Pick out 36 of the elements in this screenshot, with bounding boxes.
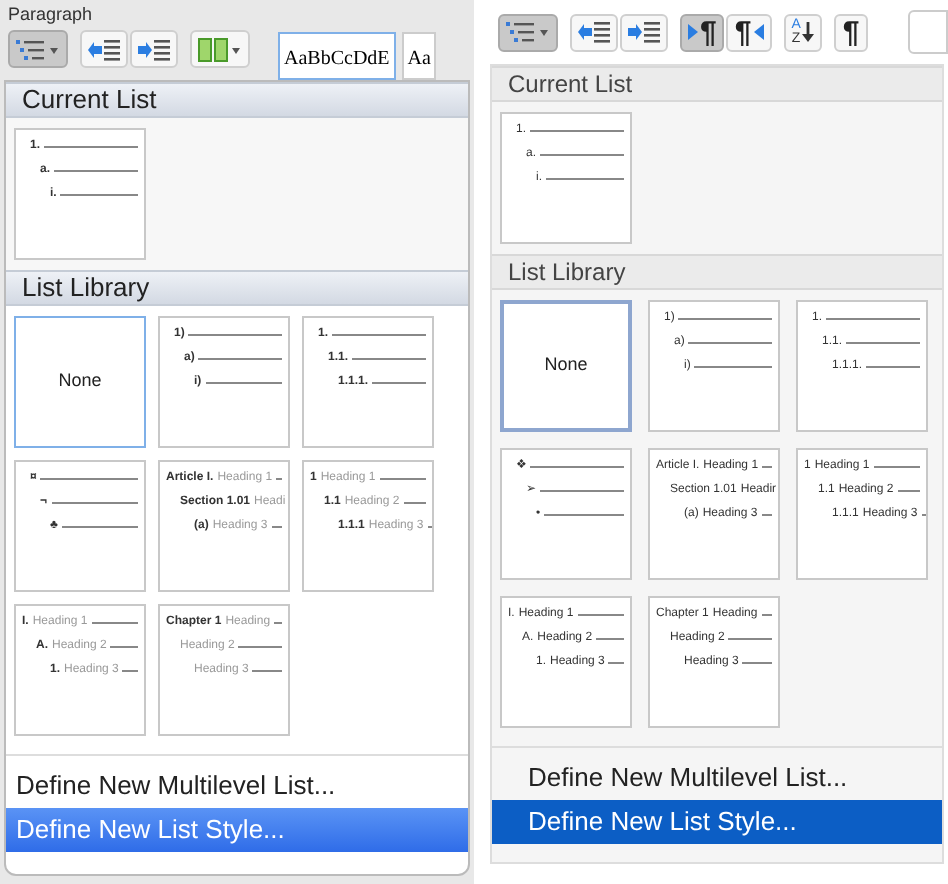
multilevel-list-icon	[506, 20, 550, 44]
right-triangle-icon	[688, 24, 698, 40]
style-preview[interactable]: AaBbCcDdE	[278, 32, 396, 80]
toolbar-button[interactable]: ¶	[680, 13, 725, 51]
toolbar-button[interactable]	[570, 13, 618, 51]
decrease-indent-icon	[578, 20, 610, 44]
toolbar-button[interactable]: ¶	[834, 13, 868, 51]
pilcrow: ¶	[700, 17, 717, 47]
down-arrow-icon	[802, 22, 815, 42]
increase-indent-icon	[628, 20, 660, 44]
toolbar-button[interactable]	[190, 30, 250, 68]
list-style-tile[interactable]: None	[14, 316, 146, 448]
section-header: List Library	[492, 254, 942, 290]
menu-item[interactable]: Define New List Style...	[6, 808, 468, 852]
pilcrow: ¶	[842, 17, 860, 47]
group-label: Paragraph	[8, 2, 95, 26]
section-header: List Library	[6, 270, 468, 306]
menu-item[interactable]: Define New List Style...	[492, 800, 942, 844]
toolbar-button[interactable]	[8, 30, 68, 68]
increase-indent-icon	[138, 37, 170, 61]
pilcrow: ¶	[734, 17, 752, 47]
decrease-indent-icon	[88, 37, 120, 61]
section-header: Current List	[6, 82, 468, 118]
columns-icon	[198, 37, 242, 61]
list-style-tile[interactable]: None	[500, 300, 632, 432]
toolbar-button[interactable]	[498, 13, 558, 51]
multilevel-list-icon	[16, 37, 60, 61]
toolbar-button[interactable]	[80, 30, 128, 68]
style-preview[interactable]: Aa	[401, 32, 437, 80]
toolbar-button[interactable]: ¶	[726, 13, 772, 51]
toolbar-button[interactable]	[130, 30, 178, 68]
section-header: Current List	[492, 66, 942, 102]
menu-item[interactable]: Define New Multilevel List...	[492, 756, 942, 800]
toolbar-button[interactable]	[620, 13, 668, 51]
left-triangle-icon	[753, 24, 764, 40]
menu-item[interactable]: Define New Multilevel List...	[6, 764, 468, 808]
